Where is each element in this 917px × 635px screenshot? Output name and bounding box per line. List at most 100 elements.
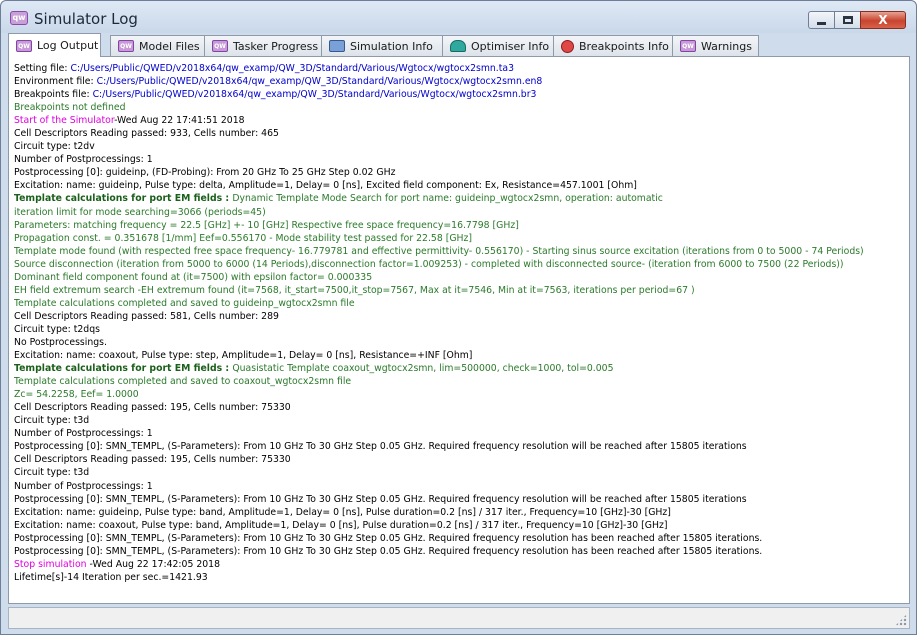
log-segment: Excitation: name: guideinp, Pulse type: …	[14, 180, 637, 192]
tab-label: Log Output	[37, 39, 99, 52]
log-segment: Number of Postprocessings: 1	[14, 154, 153, 166]
log-line: No Postprocessings.	[14, 336, 904, 349]
simulator-log-window: qw Simulator Log X QW Log Output QW Mode…	[0, 0, 917, 635]
resize-grip-icon[interactable]	[895, 614, 907, 626]
log-segment: Template calculations for port EM fields…	[14, 193, 233, 205]
log-line: Breakpoints file: C:/Users/Public/QWED/v…	[14, 88, 904, 101]
log-segment: Breakpoints file:	[14, 89, 93, 101]
close-icon: X	[878, 13, 888, 27]
log-line: Postprocessing [0]: guideinp, (FD-Probin…	[14, 166, 904, 179]
app-icon: qw	[10, 11, 28, 25]
log-segment: Excitation: name: guideinp, Pulse type: …	[14, 506, 671, 518]
tab-label: Optimiser Info	[471, 39, 550, 53]
log-line: Cell Descriptors Reading passed: 195, Ce…	[14, 453, 904, 466]
log-segment: Lifetime[s]-14 Iteration per sec.=1421.9…	[14, 571, 208, 583]
log-segment: Template calculations completed and save…	[14, 297, 355, 309]
close-button[interactable]: X	[860, 11, 906, 29]
log-line: Number of Postprocessings: 1	[14, 153, 904, 166]
log-segment: Template calculations completed and save…	[14, 376, 352, 388]
log-output-panel[interactable]: Setting file: C:/Users/Public/QWED/v2018…	[8, 56, 910, 604]
tab-warnings[interactable]: QW Warnings	[672, 35, 759, 56]
log-line: Excitation: name: guideinp, Pulse type: …	[14, 506, 904, 519]
log-segment: Propagation const. = 0.351678 [1/mm] Eef…	[14, 232, 473, 244]
log-text-area[interactable]: Setting file: C:/Users/Public/QWED/v2018…	[14, 62, 904, 584]
log-segment: Environment file:	[14, 76, 97, 88]
log-segment: Zc= 54.2258, Eef= 1.0000	[14, 389, 139, 401]
maximize-icon	[842, 16, 853, 24]
log-line: Template calculations completed and save…	[14, 297, 904, 310]
log-segment: Quasistatic Template coaxout_wgtocx2smn,…	[232, 363, 614, 375]
tab-log-output[interactable]: QW Log Output	[8, 33, 101, 57]
tab-label: Breakpoints Info	[579, 39, 669, 53]
log-line: Circuit type: t3d	[14, 414, 904, 427]
log-line: Template calculations for port EM fields…	[14, 192, 904, 205]
log-segment: C:/Users/Public/QWED/v2018x64/qw_examp/Q…	[96, 76, 543, 88]
log-line: Number of Postprocessings: 1	[14, 427, 904, 440]
log-line: Start of the Simulator-Wed Aug 22 17:41:…	[14, 114, 904, 127]
window-controls: X	[808, 11, 906, 29]
tab-breakpoints-info[interactable]: Breakpoints Info	[553, 35, 673, 56]
log-segment: Cell Descriptors Reading passed: 581, Ce…	[14, 310, 279, 322]
log-segment: Setting file:	[14, 63, 71, 74]
tab-tasker-progress[interactable]: QW Tasker Progress	[204, 35, 322, 56]
log-line: Number of Postprocessings: 1	[14, 480, 904, 493]
tab-label: Model Files	[139, 39, 200, 53]
log-segment: C:/Users/Public/QWED/v2018x64/qw_examp/Q…	[70, 63, 515, 74]
log-line: Template mode found (with respected free…	[14, 245, 904, 258]
log-segment: Cell Descriptors Reading passed: 933, Ce…	[14, 128, 279, 140]
tab-label: Warnings	[701, 39, 752, 53]
log-segment: Cell Descriptors Reading passed: 195, Ce…	[14, 402, 291, 414]
log-segment: -Wed Aug 22 17:42:05 2018	[86, 558, 220, 570]
log-line: Lifetime[s]-14 Iteration per sec.=1421.9…	[14, 571, 904, 584]
log-segment: Parameters: matching frequency = 22.5 [G…	[14, 219, 519, 231]
log-segment: Dominant field component found at (it=75…	[14, 271, 373, 283]
log-segment: -Wed Aug 22 17:41:51 2018	[114, 115, 245, 127]
log-line: Circuit type: t3d	[14, 466, 904, 479]
window-title: Simulator Log	[34, 10, 138, 28]
log-line: Source disconnection (iteration from 500…	[14, 258, 904, 271]
log-line: Postprocessing [0]: SMN_TEMPL, (S-Parame…	[14, 493, 904, 506]
qw-icon: QW	[680, 40, 696, 52]
log-line: Stop simulation -Wed Aug 22 17:42:05 201…	[14, 558, 904, 571]
log-line: Circuit type: t2dv	[14, 140, 904, 153]
log-line: Postprocessing [0]: SMN_TEMPL, (S-Parame…	[14, 532, 904, 545]
log-segment: Postprocessing [0]: SMN_TEMPL, (S-Parame…	[14, 545, 763, 557]
log-line: Excitation: name: coaxout, Pulse type: b…	[14, 519, 904, 532]
qw-icon: QW	[118, 40, 134, 52]
log-segment: Dynamic Template Mode Search for port na…	[232, 193, 663, 205]
title-bar[interactable]: qw Simulator Log X	[1, 1, 916, 33]
tab-simulation-info[interactable]: Simulation Info	[321, 35, 443, 56]
breakpoint-icon	[561, 39, 574, 53]
log-segment: iteration limit for mode searching=3066 …	[14, 206, 266, 218]
log-segment: Number of Postprocessings: 1	[14, 428, 153, 440]
log-segment: Circuit type: t2dv	[14, 141, 95, 153]
qw-icon: QW	[16, 39, 32, 52]
info-icon	[329, 40, 345, 52]
log-line: Setting file: C:/Users/Public/QWED/v2018…	[14, 62, 904, 75]
log-line: Template calculations completed and save…	[14, 375, 904, 388]
log-line: Postprocessing [0]: SMN_TEMPL, (S-Parame…	[14, 545, 904, 558]
log-segment: Number of Postprocessings: 1	[14, 480, 153, 492]
log-segment: Template mode found (with respected free…	[14, 245, 864, 257]
log-segment: Stop simulation	[14, 558, 87, 570]
log-segment: Circuit type: t3d	[14, 467, 90, 479]
minimize-icon	[817, 21, 826, 25]
log-line: Cell Descriptors Reading passed: 581, Ce…	[14, 310, 904, 323]
tab-bar: QW Log Output QW Model Files QW Tasker P…	[8, 33, 910, 57]
log-line: Dominant field component found at (it=75…	[14, 271, 904, 284]
log-segment: Postprocessing [0]: SMN_TEMPL, (S-Parame…	[14, 493, 747, 505]
log-segment: EH field extremum search -EH extremum fo…	[14, 284, 695, 296]
tab-model-files[interactable]: QW Model Files	[110, 35, 205, 56]
log-segment: Postprocessing [0]: guideinp, (FD-Probin…	[14, 167, 396, 179]
status-bar	[8, 607, 910, 629]
minimize-button[interactable]	[808, 11, 835, 29]
log-segment: Postprocessing [0]: SMN_TEMPL, (S-Parame…	[14, 441, 747, 453]
log-line: Breakpoints not defined	[14, 101, 904, 114]
log-segment: Template calculations for port EM fields…	[14, 363, 233, 375]
log-segment: Circuit type: t3d	[14, 415, 90, 427]
log-line: EH field extremum search -EH extremum fo…	[14, 284, 904, 297]
log-line: iteration limit for mode searching=3066 …	[14, 206, 904, 219]
log-segment: Cell Descriptors Reading passed: 195, Ce…	[14, 454, 291, 466]
maximize-button[interactable]	[834, 11, 861, 29]
tab-optimiser-info[interactable]: Optimiser Info	[442, 35, 554, 56]
